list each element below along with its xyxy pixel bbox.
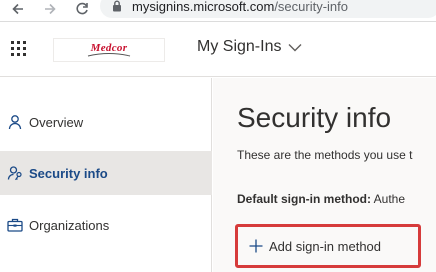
add-sign-in-method-label: Add sign-in method (269, 238, 382, 254)
forward-button[interactable] (41, 0, 59, 18)
reload-icon (76, 2, 88, 15)
sidebar-item-label: Organizations (29, 217, 110, 233)
default-method-label: Default sign-in method: (237, 192, 371, 206)
back-button[interactable] (9, 0, 27, 18)
main-content: Security info These are the methods you … (213, 78, 436, 272)
url-host: mysignins.microsoft.com (132, 0, 275, 14)
page: mysignins.microsoft.com/security-info Me… (0, 0, 436, 272)
company-logo: Medcor (53, 38, 165, 62)
plus-icon (249, 239, 263, 253)
default-sign-in-method: Default sign-in method: Authe (237, 192, 405, 206)
logo-text: Medcor (90, 42, 128, 54)
app-launcher-icon[interactable] (11, 41, 27, 57)
chevron-down-icon (288, 43, 302, 52)
reload-button[interactable] (73, 0, 91, 18)
app-header: Medcor My Sign-Ins (0, 22, 436, 77)
url-text: mysignins.microsoft.com/security-info (132, 0, 348, 14)
app-title-menu[interactable]: My Sign-Ins (197, 38, 302, 56)
sidebar-item-security-info[interactable]: Security info (0, 151, 212, 195)
person-icon (6, 113, 24, 131)
sidebar: Overview Security info Organizations (0, 78, 212, 272)
url-field[interactable]: mysignins.microsoft.com/security-info (100, 0, 436, 18)
sidebar-item-label: Overview (29, 114, 84, 130)
add-sign-in-method-button[interactable]: Add sign-in method (235, 224, 421, 268)
app-title: My Sign-Ins (197, 38, 282, 55)
page-subtitle: These are the methods you use t (237, 148, 413, 162)
arrow-right-icon (45, 3, 56, 15)
lock-icon (112, 0, 124, 12)
browser-address-bar: mysignins.microsoft.com/security-info (0, 0, 436, 22)
briefcase-icon (6, 216, 24, 234)
url-path: /security-info (274, 0, 349, 14)
page-title: Security info (237, 102, 392, 133)
person-key-icon (6, 164, 24, 182)
sidebar-item-overview[interactable]: Overview (0, 100, 212, 144)
sidebar-item-label: Security info (29, 165, 108, 181)
arrow-left-icon (12, 3, 23, 15)
sidebar-item-organizations[interactable]: Organizations (0, 203, 212, 247)
default-method-value: Authe (371, 192, 406, 206)
